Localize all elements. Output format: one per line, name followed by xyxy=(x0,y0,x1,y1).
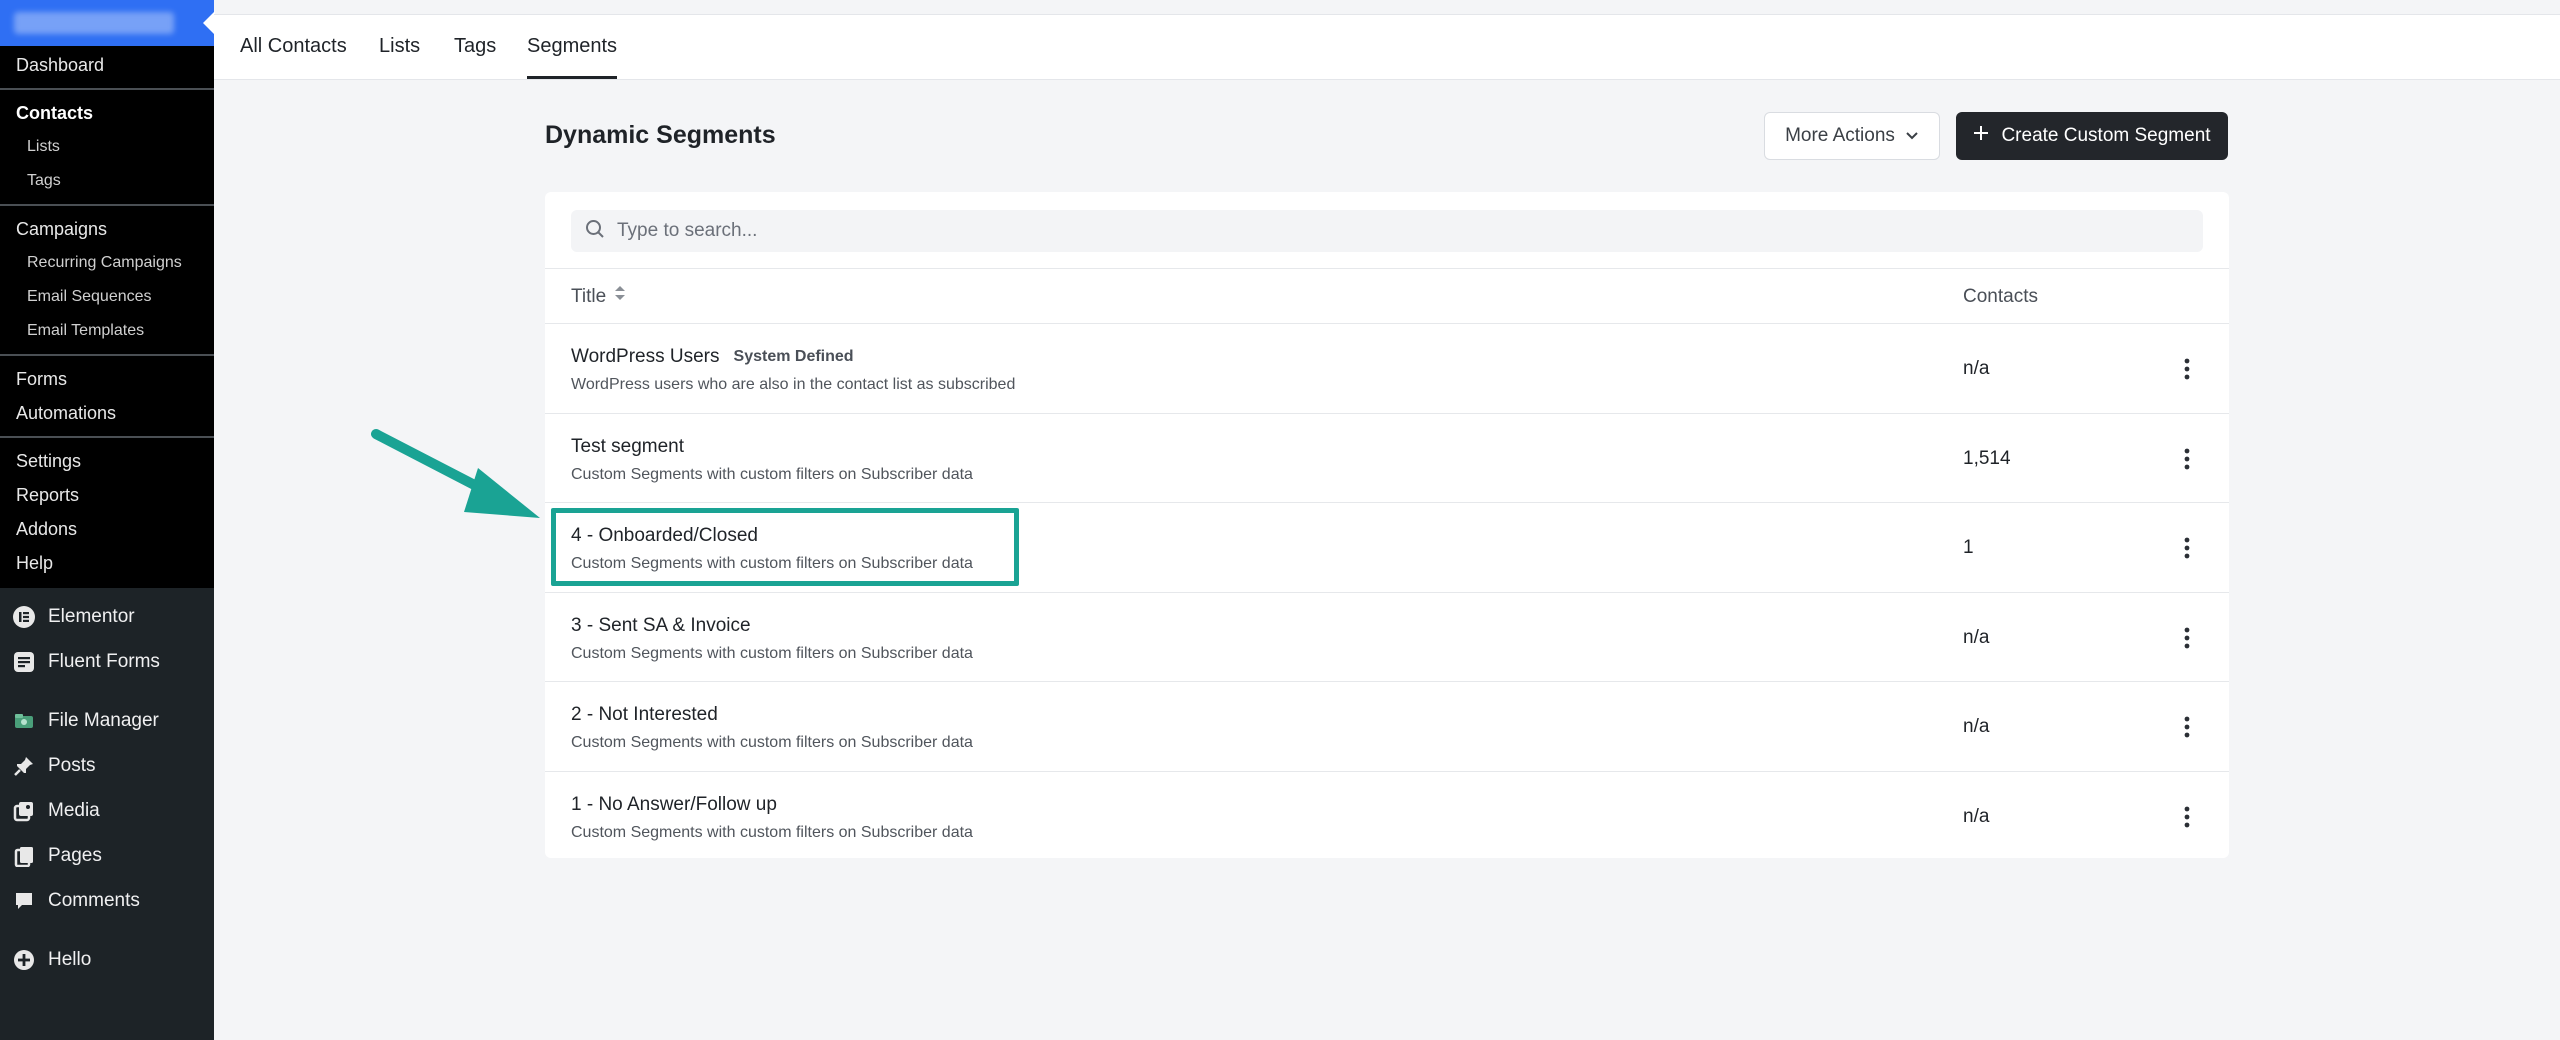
segment-contacts-count: 1,514 xyxy=(1963,447,2011,469)
pin-icon xyxy=(12,754,36,778)
annotation-arrow-icon xyxy=(371,429,540,518)
more-vertical-icon[interactable] xyxy=(2179,356,2195,382)
sidebar-item-file-manager[interactable]: File Manager xyxy=(0,698,214,743)
column-header-title-label: Title xyxy=(571,286,607,307)
more-vertical-icon[interactable] xyxy=(2179,625,2195,651)
sidebar-item-contacts[interactable]: Contacts xyxy=(0,96,214,130)
segment-title[interactable]: 3 - Sent SA & Invoice xyxy=(571,615,751,637)
comment-icon xyxy=(12,889,36,913)
site-logo xyxy=(14,12,174,34)
sidebar-item-label: Hello xyxy=(48,948,92,970)
page-title: Dynamic Segments xyxy=(545,121,776,149)
sidebar-item-forms[interactable]: Forms xyxy=(0,362,214,396)
sort-icon[interactable] xyxy=(614,269,626,325)
tab-segments[interactable]: Segments xyxy=(527,15,618,79)
column-header-contacts: Contacts xyxy=(1963,286,2038,307)
segment-title[interactable]: 1 - No Answer/Follow up xyxy=(571,794,777,816)
sidebar-item-lists[interactable]: Lists xyxy=(0,130,214,164)
sidebar-item-dashboard[interactable]: Dashboard xyxy=(0,48,214,82)
plus-icon xyxy=(1973,125,1989,147)
more-vertical-icon[interactable] xyxy=(2179,535,2195,561)
segment-description: Custom Segments with custom filters on S… xyxy=(571,823,973,841)
sidebar-item-email-sequences[interactable]: Email Sequences xyxy=(0,280,214,314)
sidebar-item-hello[interactable]: Hello xyxy=(0,937,214,982)
segment-title[interactable]: 2 - Not Interested xyxy=(571,704,718,726)
sidebar-item-label: Pages xyxy=(48,844,102,866)
sidebar-item-label: File Manager xyxy=(48,709,159,731)
sidebar-item-label: Posts xyxy=(48,754,96,776)
segment-description: WordPress users who are also in the cont… xyxy=(571,376,1016,393)
menu-divider xyxy=(0,204,214,206)
search-icon xyxy=(585,219,605,244)
segment-description: Custom Segments with custom filters on S… xyxy=(571,465,973,483)
sidebar-item-posts[interactable]: Posts xyxy=(0,743,214,788)
column-header-title[interactable]: Title xyxy=(571,269,626,325)
plus-circle-icon xyxy=(12,948,36,972)
create-custom-segment-button[interactable]: Create Custom Segment xyxy=(1956,112,2228,160)
wp-admin-menu: Elementor Fluent Forms File Manager Post… xyxy=(0,588,214,982)
system-defined-badge: System Defined xyxy=(733,348,854,365)
sidebar-item-pages[interactable]: Pages xyxy=(0,833,214,878)
admin-sidebar: Dashboard Contacts Lists Tags Campaigns … xyxy=(0,0,215,1040)
sidebar-item-email-templates[interactable]: Email Templates xyxy=(0,314,214,348)
segment-description: Custom Segments with custom filters on S… xyxy=(571,644,973,662)
sidebar-item-automations[interactable]: Automations xyxy=(0,396,214,430)
sidebar-item-label: Media xyxy=(48,799,100,821)
more-vertical-icon[interactable] xyxy=(2179,804,2195,830)
segment-contacts-count: 1 xyxy=(1963,537,1974,558)
more-vertical-icon[interactable] xyxy=(2179,714,2195,740)
sidebar-item-tags[interactable]: Tags xyxy=(0,164,214,198)
media-icon xyxy=(12,799,36,823)
segments-table-body: WordPress Users System Defined WordPress… xyxy=(545,324,2229,858)
table-row[interactable]: 1 - No Answer/Follow up Custom Segments … xyxy=(545,772,2229,859)
fluentcrm-submenu: Dashboard Contacts Lists Tags Campaigns … xyxy=(0,46,214,588)
segments-tab-bar: All Contacts Lists Tags Segments xyxy=(214,14,2560,80)
sidebar-item-comments[interactable]: Comments xyxy=(0,878,214,923)
segment-contacts-count: n/a xyxy=(1963,358,1990,379)
table-row[interactable]: 3 - Sent SA & Invoice Custom Segments wi… xyxy=(545,593,2229,682)
chevron-down-icon xyxy=(1905,125,1919,147)
pages-icon xyxy=(12,844,36,868)
segment-contacts-count: n/a xyxy=(1963,805,1990,827)
sidebar-item-label: Comments xyxy=(48,889,140,911)
file-manager-icon xyxy=(12,709,36,733)
menu-divider xyxy=(0,354,214,356)
segment-contacts-count: n/a xyxy=(1963,716,1990,737)
segment-contacts-count: n/a xyxy=(1963,626,1990,648)
site-logo-bar[interactable] xyxy=(0,0,215,46)
sidebar-item-media[interactable]: Media xyxy=(0,788,214,833)
annotation-highlight-box xyxy=(551,508,1019,586)
more-actions-button[interactable]: More Actions xyxy=(1764,112,1940,160)
table-header: Title Contacts xyxy=(545,268,2229,324)
create-custom-segment-label: Create Custom Segment xyxy=(2001,125,2211,146)
sidebar-item-addons[interactable]: Addons xyxy=(0,512,214,546)
search-box xyxy=(571,210,2203,252)
search-input[interactable] xyxy=(617,220,2117,242)
more-actions-label: More Actions xyxy=(1785,125,1895,146)
tab-all-contacts[interactable]: All Contacts xyxy=(240,15,347,79)
sidebar-item-settings[interactable]: Settings xyxy=(0,444,214,478)
segment-title[interactable]: Test segment xyxy=(571,436,684,458)
tab-lists[interactable]: Lists xyxy=(379,15,420,79)
segment-title[interactable]: WordPress Users xyxy=(571,346,720,368)
sidebar-item-campaigns[interactable]: Campaigns xyxy=(0,212,214,246)
sidebar-item-fluent-forms[interactable]: Fluent Forms xyxy=(0,639,214,684)
sidebar-item-label: Elementor xyxy=(48,605,135,627)
tab-tags[interactable]: Tags xyxy=(454,15,496,79)
table-row[interactable]: 2 - Not Interested Custom Segments with … xyxy=(545,682,2229,772)
table-row[interactable]: Test segment Custom Segments with custom… xyxy=(545,414,2229,503)
elementor-icon xyxy=(12,605,36,629)
table-row[interactable]: WordPress Users System Defined WordPress… xyxy=(545,324,2229,414)
menu-divider xyxy=(0,88,214,90)
fluent-forms-icon xyxy=(12,650,36,674)
segment-description: Custom Segments with custom filters on S… xyxy=(571,734,973,751)
sidebar-item-elementor[interactable]: Elementor xyxy=(0,594,214,639)
more-vertical-icon[interactable] xyxy=(2179,446,2195,472)
menu-divider xyxy=(0,436,214,438)
sidebar-item-recurring-campaigns[interactable]: Recurring Campaigns xyxy=(0,246,214,280)
sidebar-item-reports[interactable]: Reports xyxy=(0,478,214,512)
sidebar-item-label: Fluent Forms xyxy=(48,650,160,672)
sidebar-item-help[interactable]: Help xyxy=(0,546,214,580)
